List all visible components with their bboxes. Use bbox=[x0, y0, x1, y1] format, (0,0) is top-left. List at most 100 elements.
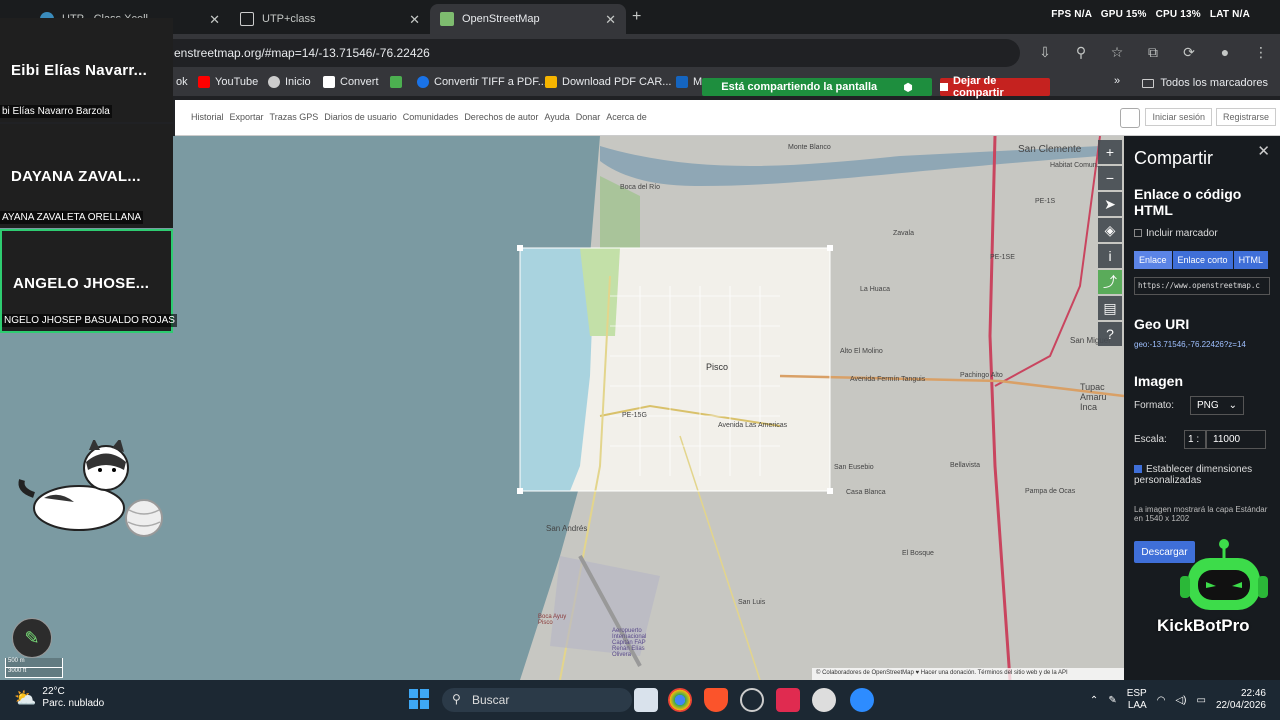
map-label: Zavala bbox=[893, 230, 915, 237]
pen-icon[interactable]: ✎ bbox=[1108, 695, 1116, 706]
nav-link-diarios[interactable]: Diarios de usuario bbox=[324, 112, 397, 122]
image-info-text: La imagen mostrará la capa Estándar en 1… bbox=[1134, 505, 1268, 523]
chrome-icon[interactable] bbox=[668, 688, 692, 712]
sync-icon[interactable]: ⟳ bbox=[1180, 44, 1198, 61]
bookmark-m[interactable]: M bbox=[676, 76, 702, 88]
share-url-field[interactable]: https://www.openstreetmap.c bbox=[1134, 277, 1270, 295]
format-label: Formato: bbox=[1134, 400, 1175, 411]
brave-icon[interactable] bbox=[704, 688, 728, 712]
weather-widget[interactable]: ⛅ 22°C Parc. nublado bbox=[14, 686, 104, 710]
tab-enlace-corto[interactable]: Enlace corto bbox=[1172, 251, 1233, 269]
layers-icon[interactable]: ◈ bbox=[1098, 218, 1122, 242]
all-bookmarks-label: Todos los marcadores bbox=[1160, 77, 1268, 89]
bookmark-convertir-tiff[interactable]: Convertir TIFF a PDF... bbox=[417, 76, 547, 88]
acrobat-icon[interactable] bbox=[776, 688, 800, 712]
app-icon[interactable] bbox=[812, 688, 836, 712]
include-marker-checkbox[interactable]: Incluir marcador bbox=[1134, 228, 1218, 239]
extensions-icon[interactable]: ⧉ bbox=[1144, 44, 1162, 61]
custom-dimensions-checkbox[interactable]: Establecer dimensiones personalizadas bbox=[1134, 464, 1270, 486]
bookmarks-overflow-icon[interactable]: » bbox=[1114, 75, 1120, 87]
battery-icon[interactable]: ▭ bbox=[1196, 695, 1205, 706]
osm-auth: Iniciar sesión Registrarse bbox=[1145, 108, 1276, 126]
note-icon[interactable]: ▤ bbox=[1098, 296, 1122, 320]
map-label: Avenida Fermín Tanguis bbox=[850, 376, 926, 383]
menu-kebab-icon[interactable]: ⋮ bbox=[1252, 44, 1270, 61]
geo-uri-link[interactable]: geo:-13.71546,-76.22426?z=14 bbox=[1134, 340, 1246, 349]
tab-utp-plus-class[interactable]: UTP+class ✕ bbox=[230, 4, 430, 34]
zoom-out-button[interactable]: − bbox=[1098, 166, 1122, 190]
annotate-pencil-button[interactable]: ✎ bbox=[12, 618, 52, 658]
pdf-folder-icon bbox=[545, 76, 557, 88]
translate-icon[interactable] bbox=[1120, 108, 1140, 128]
bookmark-download-pdf[interactable]: Download PDF CAR... bbox=[545, 76, 671, 88]
tab-openstreetmap[interactable]: OpenStreetMap ✕ bbox=[430, 4, 626, 34]
wifi-icon[interactable]: ◠ bbox=[1157, 695, 1166, 706]
task-view-icon[interactable] bbox=[634, 688, 658, 712]
participant-tile-speaking[interactable]: ANGELO JHOSE... NGELO JHOSEP BASUALDO RO… bbox=[0, 229, 177, 333]
close-tab-icon[interactable]: ✕ bbox=[409, 12, 420, 28]
close-tab-icon[interactable]: ✕ bbox=[605, 12, 616, 28]
scale-input[interactable]: 11000 bbox=[1206, 430, 1266, 449]
zoom-icon[interactable]: ⚲ bbox=[1072, 44, 1090, 61]
map-label: Monte Blanco bbox=[788, 144, 831, 151]
taskbar-search[interactable]: ⚲ Buscar bbox=[442, 688, 632, 712]
checkbox-checked-icon bbox=[1134, 465, 1142, 474]
new-tab-icon[interactable]: + bbox=[632, 8, 641, 26]
locate-icon[interactable]: ➤ bbox=[1098, 192, 1122, 216]
bookmark-favicon-icon bbox=[676, 76, 688, 88]
windows-start-icon[interactable] bbox=[408, 688, 432, 712]
help-icon[interactable]: ? bbox=[1098, 322, 1122, 346]
map-label: Boca del Río bbox=[620, 184, 661, 191]
chevron-down-icon: ⌄ bbox=[1228, 400, 1237, 411]
zoom-in-button[interactable]: + bbox=[1098, 140, 1122, 164]
register-button[interactable]: Registrarse bbox=[1215, 108, 1276, 126]
bookmark-star-icon[interactable]: ☆ bbox=[1108, 44, 1126, 61]
participant-tile[interactable]: Eibi Elías Navarr... bi Elías Navarro Ba… bbox=[0, 18, 173, 122]
participant-tile[interactable]: DAYANA ZAVAL... AYANA ZAVALETA ORELLANA bbox=[0, 124, 173, 228]
bookmark-inicio[interactable]: Inicio bbox=[268, 76, 311, 88]
info-icon[interactable]: i bbox=[1098, 244, 1122, 268]
nav-link-acerca[interactable]: Acerca de bbox=[606, 112, 647, 122]
tab-enlace[interactable]: Enlace bbox=[1134, 251, 1172, 269]
nav-link-trazas[interactable]: Trazas GPS bbox=[270, 112, 319, 122]
tray-overflow-icon[interactable]: ⌃ bbox=[1090, 695, 1098, 706]
profile-avatar-icon[interactable]: ● bbox=[1216, 44, 1234, 61]
nav-link-comunidades[interactable]: Comunidades bbox=[403, 112, 459, 122]
install-app-icon[interactable]: ⇩ bbox=[1036, 44, 1054, 61]
map-label: Casa Blanca bbox=[846, 489, 886, 496]
close-tab-icon[interactable]: ✕ bbox=[209, 12, 220, 28]
convert-icon bbox=[417, 76, 429, 88]
image-heading: Imagen bbox=[1134, 373, 1184, 389]
format-select[interactable]: PNG ⌄ bbox=[1190, 396, 1244, 415]
zoom-app-icon[interactable] bbox=[850, 688, 874, 712]
bookmark-ok[interactable]: ok bbox=[176, 76, 188, 88]
bookmark-label: Convert bbox=[340, 76, 379, 88]
nav-link-ayuda[interactable]: Ayuda bbox=[544, 112, 569, 122]
openai-icon[interactable] bbox=[740, 688, 764, 712]
map-attribution[interactable]: © Colaboradores de OpenStreetMap ♥ Hacer… bbox=[812, 668, 1124, 680]
bookmark-excel[interactable] bbox=[390, 76, 407, 88]
screen-share-banner: Está compartiendo la pantalla ⬢ bbox=[702, 78, 932, 96]
map-label: San Eusebio bbox=[834, 464, 874, 471]
login-button[interactable]: Iniciar sesión bbox=[1145, 108, 1212, 126]
bookmark-youtube[interactable]: YouTube bbox=[198, 76, 258, 88]
bookmark-convert[interactable]: Convert bbox=[323, 76, 379, 88]
volume-icon[interactable]: ◁) bbox=[1175, 695, 1186, 706]
weather-desc: Parc. nublado bbox=[42, 698, 105, 709]
share-icon[interactable]: ⤴ bbox=[1098, 270, 1122, 294]
clock[interactable]: 22:46 22/04/2026 bbox=[1216, 688, 1266, 712]
nav-link-derechos[interactable]: Derechos de autor bbox=[464, 112, 538, 122]
nav-link-donar[interactable]: Donar bbox=[576, 112, 601, 122]
all-bookmarks[interactable]: Todos los marcadores bbox=[1142, 77, 1268, 89]
map-label: Pampa de Ocas bbox=[1025, 488, 1076, 495]
close-icon[interactable]: ✕ bbox=[1257, 142, 1270, 160]
nav-link-exportar[interactable]: Exportar bbox=[230, 112, 264, 122]
toolbar-icons: ⇩ ⚲ ☆ ⧉ ⟳ ● ⋮ bbox=[1036, 44, 1270, 61]
performance-stats: FPS N/A GPU 15% CPU 13% LAT N/A bbox=[1045, 9, 1250, 20]
tab-html[interactable]: HTML bbox=[1233, 251, 1269, 269]
language-indicator[interactable]: ESP LAA bbox=[1127, 688, 1147, 712]
map-label: PE-1SE bbox=[990, 254, 1015, 261]
url-input[interactable]: enstreetmap.org/#map=14/-13.71546/-76.22… bbox=[150, 39, 1020, 67]
nav-link-historial[interactable]: Historial bbox=[191, 112, 224, 122]
stop-sharing-button[interactable]: Dejar de compartir bbox=[940, 75, 1050, 99]
